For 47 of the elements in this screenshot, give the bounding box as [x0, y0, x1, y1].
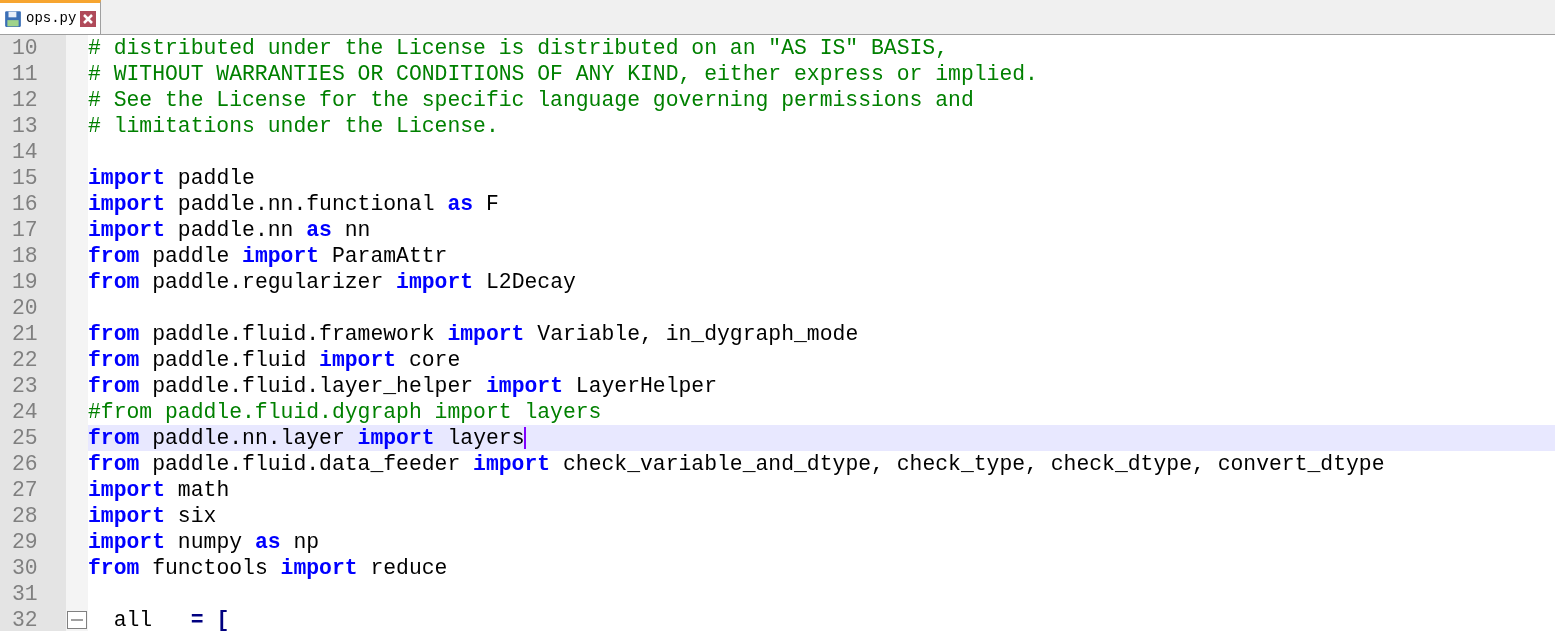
line-number: 30 [12, 555, 38, 581]
line-number: 16 [12, 191, 38, 217]
code-line: from paddle.regularizer import L2Decay [88, 269, 576, 295]
line-number: 31 [12, 581, 38, 607]
code-line: import math [88, 477, 230, 503]
line-number: 26 [12, 451, 38, 477]
code-line: # See the License for the specific language governing permissions and [88, 87, 974, 113]
line-number: 32 [12, 607, 38, 631]
code-line: import paddle.nn.functional as F [88, 191, 499, 217]
file-tab[interactable]: ops.py [0, 0, 102, 34]
line-number: 17 [12, 217, 38, 243]
code-line: from paddle.fluid.data_feeder import check_variable_and_dtype, check_type, check_dtype, convert_dtype [88, 451, 1385, 477]
code-line: # limitations under the License. [88, 113, 499, 139]
code-line: all = [ [112, 607, 230, 631]
line-number: 11 [12, 61, 38, 87]
line-number: 19 [12, 269, 38, 295]
line-number: 20 [12, 295, 38, 321]
line-number: 27 [12, 477, 38, 503]
code-line: import paddle.nn as nn [88, 217, 371, 243]
collapse-icon[interactable] [67, 611, 87, 629]
close-icon[interactable] [80, 10, 97, 27]
code-line: from functools import reduce [88, 555, 448, 581]
code-line: from paddle.fluid.framework import Variable, in_dygraph_mode [88, 321, 859, 347]
line-number: 23 [12, 373, 38, 399]
line-number: 22 [12, 347, 38, 373]
code-line: import six [88, 503, 217, 529]
code-line: from paddle.nn.layer import layers [88, 425, 525, 451]
line-number: 10 [12, 35, 38, 61]
line-number: 25 [12, 425, 38, 451]
code-line: from paddle.fluid.layer_helper import LayerHelper [88, 373, 718, 399]
line-number: 28 [12, 503, 38, 529]
text-cursor [524, 427, 527, 449]
line-number: 29 [12, 529, 38, 555]
line-number: 15 [12, 165, 38, 191]
code-line: from paddle import ParamAttr [88, 243, 448, 269]
code-line: # WITHOUT WARRANTIES OR CONDITIONS OF ANY KIND, either express or implied. [88, 61, 1038, 87]
line-number: 14 [12, 139, 38, 165]
code-line: import numpy as np [88, 529, 320, 555]
line-number: 12 [12, 87, 38, 113]
line-number: 21 [12, 321, 38, 347]
code-line: # distributed under the License is distributed on an "AS IS" BASIS, [88, 35, 949, 61]
line-number: 24 [12, 399, 38, 425]
line-number: 13 [12, 113, 38, 139]
code-line: #from paddle.fluid.dygraph import layers [88, 399, 602, 425]
code-line: import paddle [88, 165, 255, 191]
line-number: 18 [12, 243, 38, 269]
code-line: from paddle.fluid import core [88, 347, 461, 373]
